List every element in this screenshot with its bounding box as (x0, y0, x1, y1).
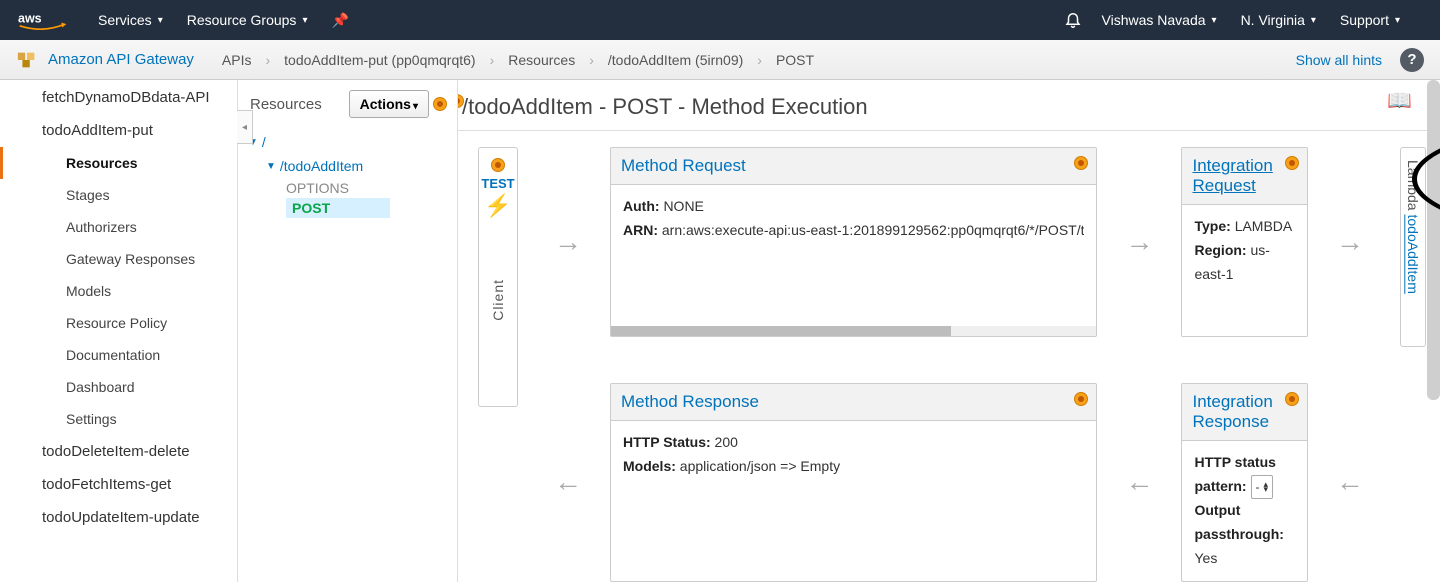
client-box: TEST ⚡ Client (478, 147, 518, 407)
crumb-resources[interactable]: Resources (508, 52, 575, 68)
arrow-left-icon (1109, 383, 1169, 582)
type-value: LAMBDA (1235, 218, 1293, 234)
chevron-down-icon: ▾ (1212, 15, 1217, 26)
service-home-link[interactable]: Amazon API Gateway (48, 51, 194, 68)
crumb-method[interactable]: POST (776, 52, 814, 68)
crumb-api-name[interactable]: todoAddItem-put (pp0qmqrqt6) (284, 52, 475, 68)
models-value: application/json => Empty (680, 458, 840, 474)
hint-dot-icon[interactable] (491, 158, 505, 172)
services-menu[interactable]: Services▾ (98, 12, 163, 28)
arrow-left-icon (538, 383, 598, 582)
integration-response-link[interactable]: Integration Response (1192, 392, 1272, 432)
api-sidebar[interactable]: fetchDynamoDBdata-API todoAddItem-put Re… (0, 80, 238, 582)
chevron-down-icon: ▾ (1395, 15, 1400, 26)
sidebar-resource-policy[interactable]: Resource Policy (0, 307, 237, 339)
crumb-resource-path[interactable]: /todoAddItem (5irn09) (608, 52, 743, 68)
integration-request-link[interactable]: Integration Request (1192, 156, 1272, 196)
resources-heading: Resources (250, 96, 349, 113)
global-nav: aws Services▾ Resource Groups▾ 📌 Vishwas… (0, 0, 1440, 40)
resource-groups-menu[interactable]: Resource Groups▾ (187, 12, 308, 28)
aws-logo[interactable]: aws (16, 10, 70, 30)
passthrough-value: Yes (1194, 550, 1217, 566)
chevron-right-icon: › (589, 52, 594, 68)
method-request-card: Method Request Auth: NONE ARN: arn:aws:e… (610, 147, 1097, 337)
chevron-up-down-icon: ▴▾ (1264, 482, 1269, 493)
hint-dot-icon[interactable] (1285, 156, 1299, 170)
vertical-scrollbar[interactable] (1427, 80, 1440, 400)
chevron-right-icon: › (265, 52, 270, 68)
api-item[interactable]: todoDeleteItem-delete (0, 435, 237, 468)
arrow-right-icon (1320, 147, 1380, 337)
arrow-left-icon (1320, 383, 1380, 582)
collapse-tab[interactable]: ◂ (237, 110, 253, 144)
method-response-link[interactable]: Method Response (621, 392, 759, 412)
sidebar-settings[interactable]: Settings (0, 403, 237, 435)
tree-method-post[interactable]: POST (286, 198, 390, 218)
api-item[interactable]: todoUpdateItem-update (0, 501, 237, 534)
show-all-hints-link[interactable]: Show all hints (1296, 52, 1382, 68)
sidebar-resources[interactable]: Resources (0, 147, 237, 179)
hint-dot-icon[interactable] (1074, 392, 1088, 406)
resource-tree: ▼/ ▼/todoAddItem OPTIONS POST (238, 124, 457, 224)
lambda-function-link[interactable]: todoAddItem (1405, 214, 1421, 293)
test-link[interactable]: TEST (481, 176, 514, 191)
service-icon (16, 49, 38, 71)
horizontal-scrollbar[interactable] (611, 326, 1096, 336)
method-response-card: Method Response HTTP Status: 200 Models:… (610, 383, 1097, 582)
hint-dot-icon[interactable] (433, 97, 447, 111)
tree-resource[interactable]: ▼/todoAddItem (248, 154, 447, 178)
arn-value: arn:aws:execute-api:us-east-1:2018991295… (662, 222, 1085, 238)
lambda-box: Lambda todoAddItem (1400, 147, 1426, 347)
sidebar-dashboard[interactable]: Dashboard (0, 371, 237, 403)
api-item-current[interactable]: todoAddItem-put (0, 114, 237, 147)
sidebar-authorizers[interactable]: Authorizers (0, 211, 237, 243)
svg-text:aws: aws (18, 12, 42, 26)
resource-tree-panel: ◂ Resources Actions▾ ▼/ ▼/todoAddItem OP… (238, 80, 458, 582)
caret-down-icon: ▾ (413, 101, 418, 112)
auth-value: NONE (663, 198, 703, 214)
support-menu[interactable]: Support▾ (1340, 12, 1400, 28)
actions-button[interactable]: Actions▾ (349, 90, 429, 118)
chevron-right-icon: › (757, 52, 762, 68)
bell-icon[interactable] (1064, 10, 1082, 31)
hint-dot-icon[interactable] (1074, 156, 1088, 170)
sidebar-gateway-responses[interactable]: Gateway Responses (0, 243, 237, 275)
tree-root[interactable]: ▼/ (248, 130, 447, 154)
arrow-right-icon (1109, 147, 1169, 337)
lightning-icon[interactable]: ⚡ (484, 193, 511, 219)
sidebar-documentation[interactable]: Documentation (0, 339, 237, 371)
help-icon[interactable]: ? (1400, 48, 1424, 72)
api-item[interactable]: todoFetchItems-get (0, 468, 237, 501)
documentation-icon[interactable]: 📖 (1387, 88, 1412, 113)
user-menu[interactable]: Vishwas Navada▾ (1102, 12, 1217, 28)
page-title: /todoAddItem - POST - Method Execution (458, 80, 1440, 130)
crumb-apis[interactable]: APIs (222, 52, 252, 68)
arrow-right-icon (538, 147, 598, 337)
http-status-value: 200 (715, 434, 738, 450)
api-item-truncated[interactable]: fetchDynamoDBdata-API (0, 81, 237, 114)
status-pattern-select[interactable]: -▴▾ (1251, 475, 1274, 499)
chevron-right-icon: › (490, 52, 495, 68)
region-menu[interactable]: N. Virginia▾ (1241, 12, 1316, 28)
chevron-down-icon: ▾ (1311, 15, 1316, 26)
integration-request-card: Integration Request Type: LAMBDA Region:… (1181, 147, 1307, 337)
method-request-link[interactable]: Method Request (621, 156, 746, 176)
tree-method-options[interactable]: OPTIONS (286, 180, 349, 196)
client-label: Client (490, 279, 506, 321)
chevron-down-icon: ▾ (158, 15, 163, 26)
breadcrumb-bar: Amazon API Gateway APIs › todoAddItem-pu… (0, 40, 1440, 80)
lambda-label: Lambda todoAddItem (1405, 160, 1421, 294)
chevron-down-icon: ▾ (302, 15, 307, 26)
caret-down-icon: ▼ (266, 161, 276, 172)
pin-icon[interactable]: 📌 (331, 12, 348, 29)
method-execution-content: /todoAddItem - POST - Method Execution 📖… (458, 80, 1440, 582)
hint-dot-icon[interactable] (1285, 392, 1299, 406)
sidebar-models[interactable]: Models (0, 275, 237, 307)
integration-response-card: Integration Response HTTP status pattern… (1181, 383, 1307, 582)
sidebar-stages[interactable]: Stages (0, 179, 237, 211)
